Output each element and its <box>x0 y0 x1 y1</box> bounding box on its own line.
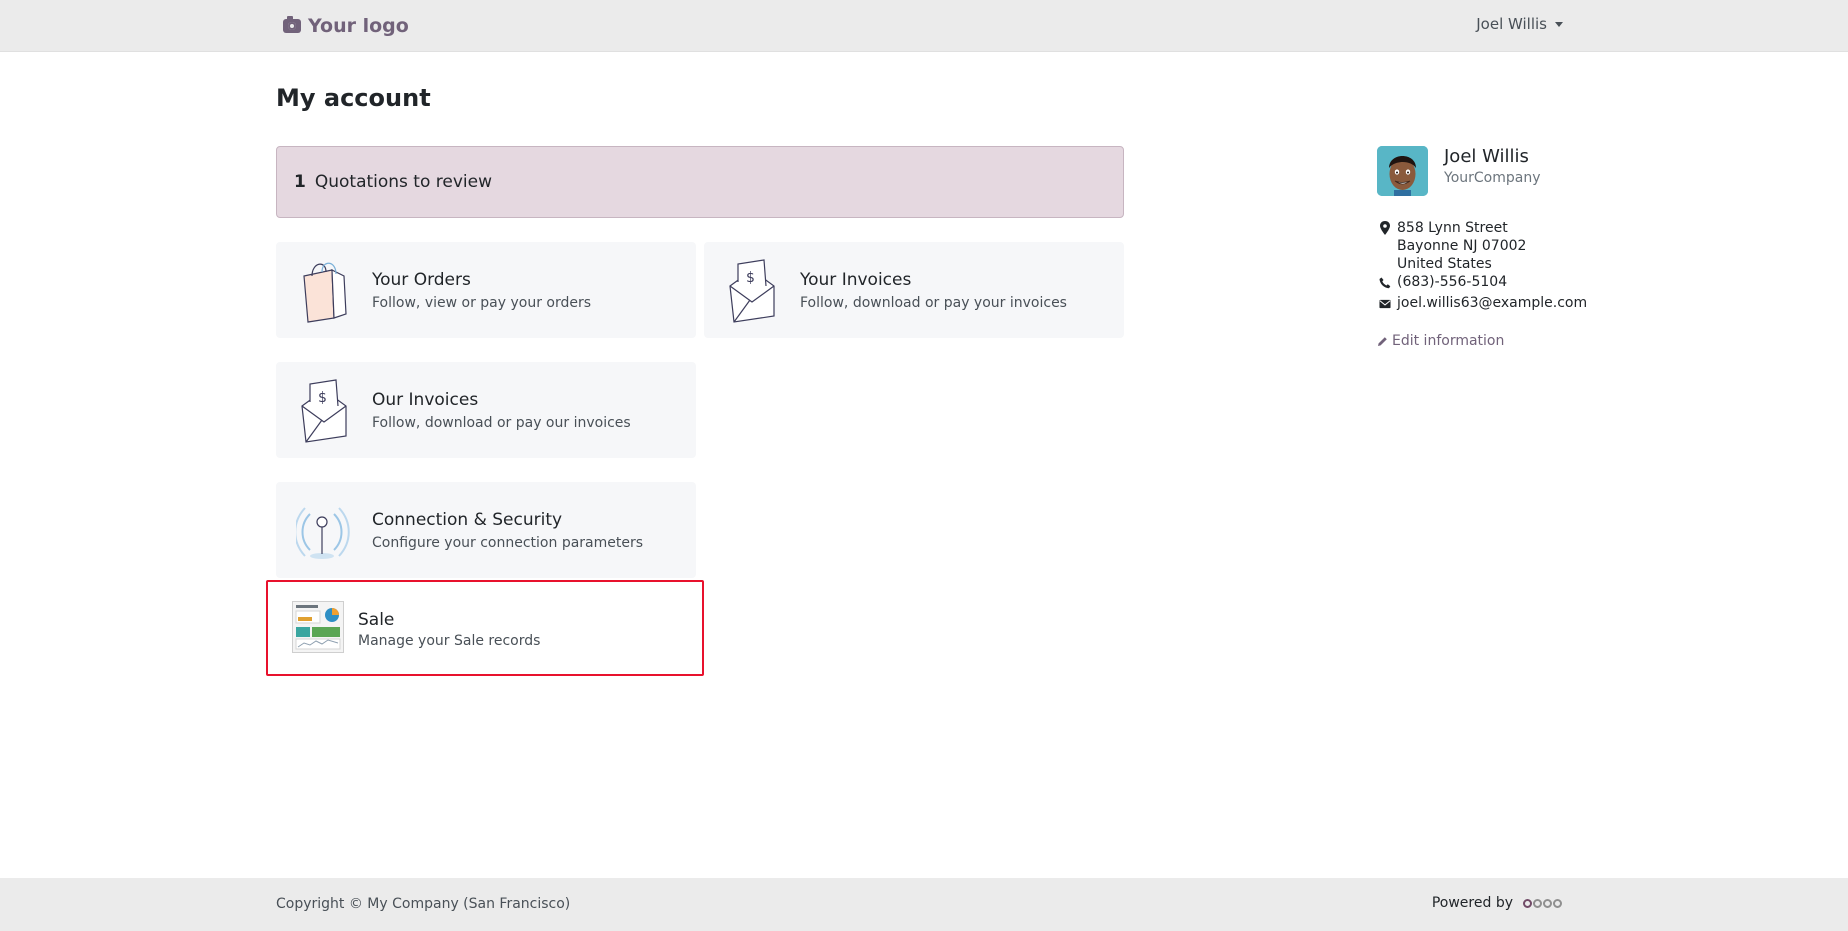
footer: Copyright © My Company (San Francisco) P… <box>0 878 1848 931</box>
edit-information-label: Edit information <box>1392 333 1505 349</box>
quotations-alert[interactable]: 1 Quotations to review <box>276 146 1124 218</box>
pencil-icon <box>1378 336 1387 346</box>
top-navbar: Your logo Joel Willis <box>0 0 1848 52</box>
address-line-3: United States <box>1397 256 1492 272</box>
card-description: Configure your connection parameters <box>372 535 644 551</box>
quotations-label: Quotations to review <box>314 172 492 192</box>
card-title: Our Invoices <box>372 390 479 410</box>
profile-name: Joel Willis <box>1444 146 1529 167</box>
page-title: My account <box>276 84 431 112</box>
profile-company: YourCompany <box>1444 170 1541 186</box>
quotations-count: 1 <box>294 172 306 192</box>
card-description: Manage your Sale records <box>358 633 541 649</box>
odoo-logo-o-1 <box>1523 898 1532 908</box>
email-address: joel.willis63@example.com <box>1397 295 1588 311</box>
copyright-text: Copyright © My Company (San Francisco) <box>276 896 571 912</box>
card-description: Follow, view or pay your orders <box>372 295 592 311</box>
shopping-bag-icon <box>303 262 347 323</box>
user-menu-dropdown[interactable]: Joel Willis <box>1476 15 1563 33</box>
powered-by: Powered by <box>1432 895 1563 911</box>
svg-text:$: $ <box>746 270 755 286</box>
map-marker-icon <box>1380 221 1390 235</box>
card-title: Your Invoices <box>800 270 912 290</box>
card-title: Your Orders <box>372 270 471 290</box>
address-line-2: Bayonne NJ 07002 <box>1397 238 1527 254</box>
card-title: Sale <box>358 610 395 630</box>
address-line-1: 858 Lynn Street <box>1397 220 1508 236</box>
card-our-invoices[interactable]: $ Our Invoices Follow, download or pay o… <box>276 362 696 458</box>
powered-by-label: Powered by <box>1431 895 1513 911</box>
envelope-icon <box>1379 299 1391 309</box>
odoo-logo[interactable] <box>1523 898 1563 908</box>
sale-dashboard-icon <box>292 601 344 653</box>
edit-information-link[interactable]: Edit information <box>1377 333 1504 349</box>
antenna-icon <box>296 507 350 559</box>
card-sale[interactable]: Sale Manage your Sale records <box>276 588 696 678</box>
odoo-logo-o-2 <box>1533 898 1542 908</box>
dollar-envelope-icon: $ <box>301 379 347 443</box>
odoo-logo-o-4 <box>1553 898 1562 908</box>
odoo-logo-o-3 <box>1543 898 1552 908</box>
card-description: Follow, download or pay your invoices <box>800 295 1067 311</box>
phone-number: (683)-556-5104 <box>1397 274 1508 290</box>
camera-icon <box>283 16 301 33</box>
card-connection-security[interactable]: Connection & Security Configure your con… <box>276 482 696 578</box>
card-your-orders[interactable]: Your Orders Follow, view or pay your ord… <box>276 242 696 338</box>
card-description: Follow, download or pay our invoices <box>372 415 631 431</box>
phone-icon <box>1379 277 1391 289</box>
user-menu-name: Joel Willis <box>1476 15 1547 33</box>
avatar[interactable] <box>1377 146 1428 196</box>
company-logo[interactable]: Your logo <box>283 12 409 40</box>
svg-text:$: $ <box>318 390 327 406</box>
card-title: Connection & Security <box>372 510 563 530</box>
card-your-invoices[interactable]: $ Your Invoices Follow, download or pay … <box>704 242 1124 338</box>
logo-text: Your logo <box>308 15 409 37</box>
caret-down-icon <box>1555 21 1563 27</box>
dollar-envelope-icon: $ <box>729 259 775 323</box>
